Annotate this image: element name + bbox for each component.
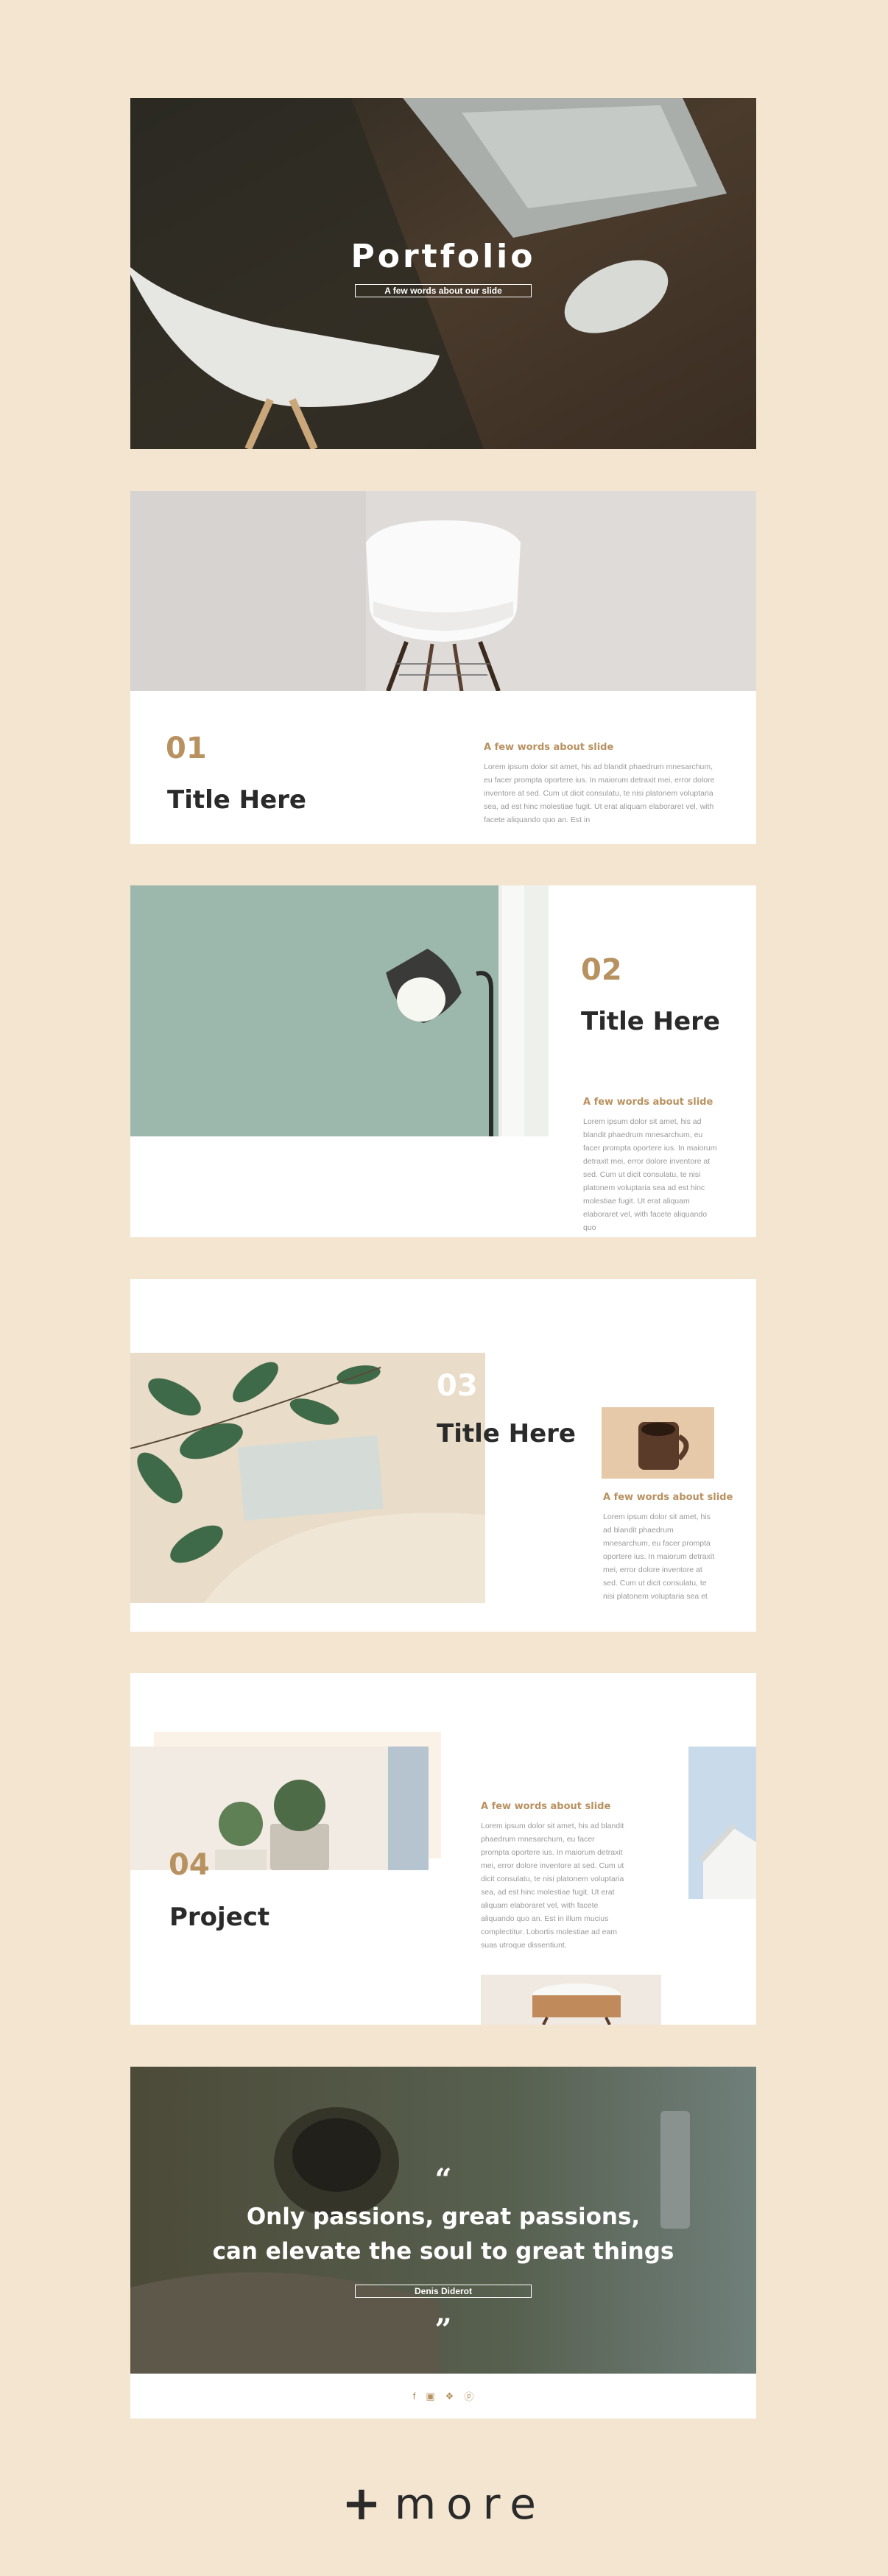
facebook-icon[interactable]: f xyxy=(413,2391,416,2402)
quote-line-2: can elevate the soul to great things xyxy=(212,2238,674,2265)
slide-title: Title Here xyxy=(437,1419,576,1448)
cover-slide: Portfolio A few words about our slide xyxy=(130,98,756,449)
slide-number: 02 xyxy=(581,953,622,987)
quote-line-1: Only passions, great passions, xyxy=(246,2204,641,2230)
slide-number: 01 xyxy=(166,732,207,765)
chair-photo xyxy=(130,491,756,691)
slide-title: Project xyxy=(169,1903,270,1932)
instagram-icon[interactable]: ▣ xyxy=(426,2391,434,2402)
slide-body: Lorem ipsum dolor sit amet, his ad bland… xyxy=(583,1117,717,1232)
slide-body: Lorem ipsum dolor sit amet, his ad bland… xyxy=(481,1822,624,1950)
slide-title: Title Here xyxy=(167,785,306,815)
slide-02: 02 Title Here A few words about slide Lo… xyxy=(130,885,756,1237)
slide-subtitle: A few words about slide xyxy=(583,1097,713,1108)
plant-photo xyxy=(130,1353,485,1603)
slide-body: Lorem ipsum dolor sit amet, his ad bland… xyxy=(484,762,715,824)
slide-01: 01 Title Here A few words about slide Lo… xyxy=(130,491,756,844)
slide-number: 03 xyxy=(437,1369,478,1403)
stool-photo xyxy=(481,1975,661,2025)
quote-close-mark: ” xyxy=(434,2313,452,2347)
house-photo xyxy=(688,1747,756,1899)
social-bar: f ▣ ❖ ⓟ xyxy=(130,2374,756,2418)
cover-title: Portfolio xyxy=(350,238,536,275)
slide-03: 03 Title Here A few words about slide Lo… xyxy=(130,1279,756,1632)
more-label[interactable]: + more xyxy=(0,2480,888,2527)
slide-subtitle: A few words about slide xyxy=(603,1492,733,1503)
slide-body: Lorem ipsum dolor sit amet, his ad bland… xyxy=(603,1512,715,1601)
quote-slide: “ Only passions, great passions, can ele… xyxy=(130,2067,756,2418)
quote-open-mark: “ xyxy=(434,2162,452,2197)
slide-number: 04 xyxy=(169,1848,210,1882)
coffee-photo xyxy=(602,1407,714,1479)
lamp-photo xyxy=(130,885,549,1136)
twitter-icon[interactable]: ❖ xyxy=(445,2391,454,2402)
slide-subtitle: A few words about slide xyxy=(481,1801,611,1812)
plus-icon: + xyxy=(342,2477,381,2531)
pinterest-icon[interactable]: ⓟ xyxy=(464,2389,473,2403)
slide-subtitle: A few words about slide xyxy=(484,742,614,753)
slide-title: Title Here xyxy=(581,1007,720,1036)
quote-author: Denis Diderot xyxy=(355,2285,532,2298)
more-text: more xyxy=(394,2479,546,2529)
slide-04: 04 Project A few words about slide Lorem… xyxy=(130,1673,756,2025)
cover-subtitle: A few words about our slide xyxy=(355,284,532,297)
